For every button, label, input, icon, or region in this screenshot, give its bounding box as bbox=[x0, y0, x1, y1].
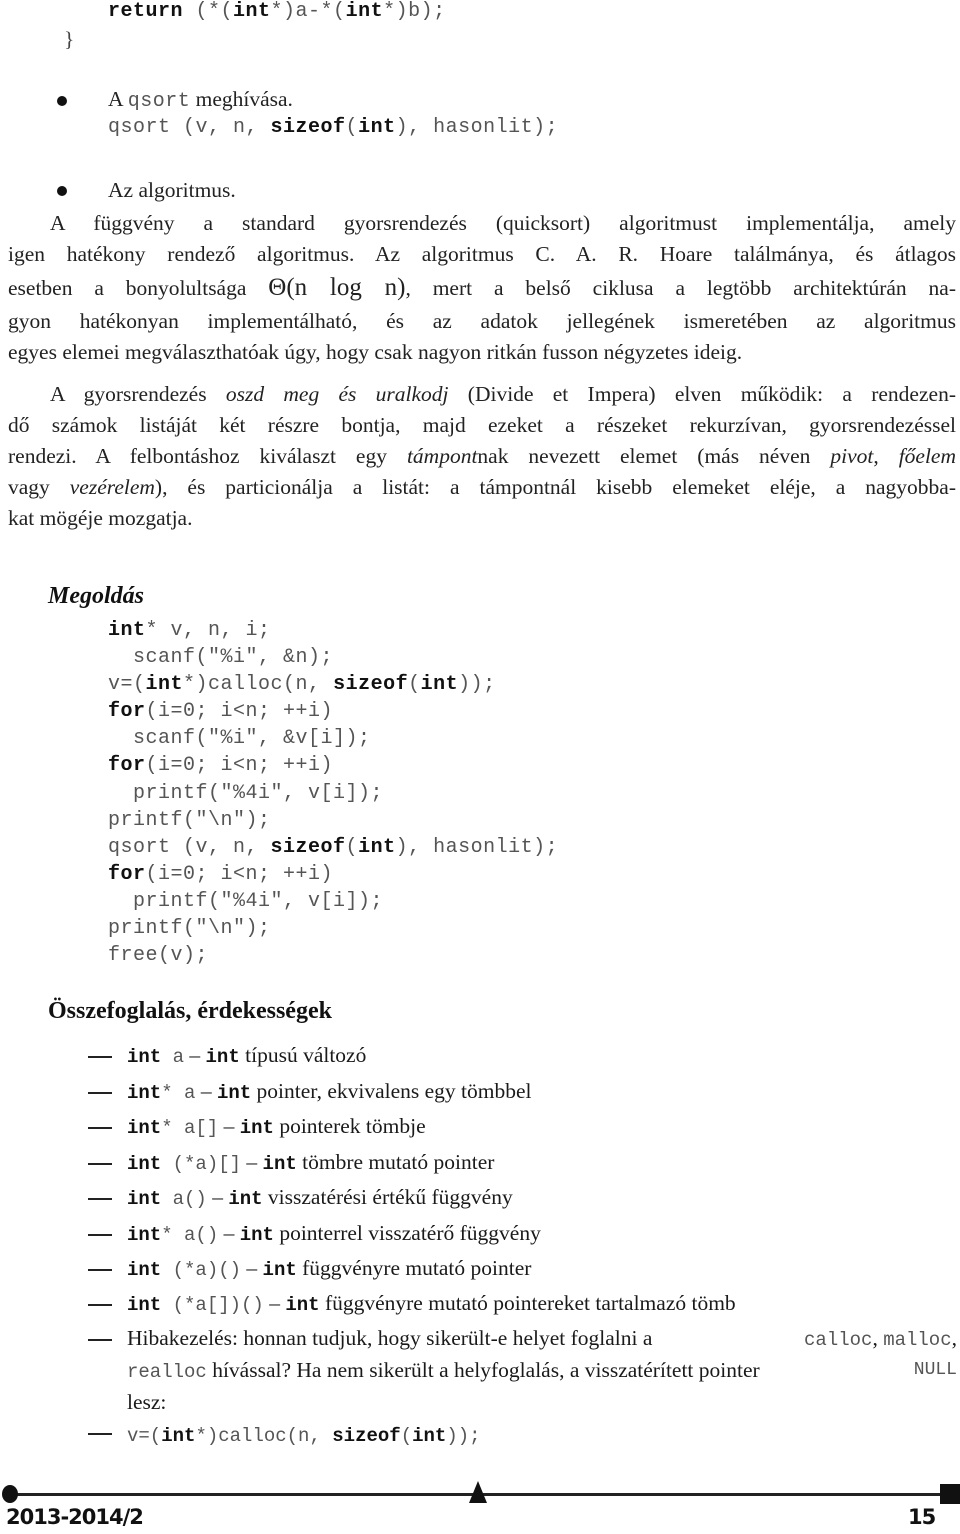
summary-item: int (*a)() – int függvényre mutató point… bbox=[127, 1256, 532, 1281]
error-line-2: realloc hívással? Ha nem sikerült a hely… bbox=[127, 1358, 957, 1383]
summary-item: int (*a)[] – int tömbre mutató pointer bbox=[127, 1150, 495, 1175]
dash-icon bbox=[88, 1198, 112, 1200]
code-line: for(i=0; i<n; ++i) bbox=[108, 700, 334, 724]
code-line: for(i=0; i<n; ++i) bbox=[108, 754, 334, 778]
bullet-qsort-call-title: A qsort meghívása. bbox=[108, 87, 293, 113]
error-line-1: Hibakezelés: honnan tudjuk, hogy sikerül… bbox=[127, 1323, 957, 1355]
para1-line: esetben a bonyolultsága Θ(n log n), mert… bbox=[8, 274, 956, 301]
code-line: printf("%4i", v[i]); bbox=[108, 781, 384, 805]
error-line-3: lesz: bbox=[127, 1390, 167, 1414]
para1-line: egyes elemei megválaszthatóak úgy, hogy … bbox=[8, 340, 743, 364]
summary-item: int* a – int pointer, ekvivalens egy töm… bbox=[127, 1079, 532, 1104]
dash-icon bbox=[88, 1339, 112, 1341]
bullet-icon bbox=[57, 186, 67, 196]
summary-item-calloc-example: v=(int*)calloc(n, sizeof(int)); bbox=[127, 1425, 481, 1447]
code-closing-brace: } bbox=[64, 27, 75, 51]
summary-item: int a – int típusú változó bbox=[127, 1043, 367, 1068]
summary-item: int a() – int visszatérési értékű függvé… bbox=[127, 1185, 513, 1210]
footer-page-number: 15 bbox=[908, 1505, 936, 1529]
code-line: scanf("%i", &n); bbox=[108, 646, 334, 670]
code-line: v=(int*)calloc(n, sizeof(int)); bbox=[108, 673, 496, 697]
code-return-line: return (*(int*)a-*(int*)b); bbox=[108, 0, 446, 23]
dash-icon bbox=[88, 1433, 112, 1435]
para1-line: gyon hatékonyan implementálható, és az a… bbox=[8, 309, 956, 333]
algorithm-description-paragraph: A függvény a standard gyorsrendezés (qui… bbox=[8, 208, 956, 368]
dash-icon bbox=[88, 1304, 112, 1306]
para1-line: igen hatékony rendező algoritmus. Az alg… bbox=[8, 242, 956, 266]
summary-item: int* a() – int pointerrel visszatérő füg… bbox=[127, 1221, 541, 1246]
para2-line: dő számok listáját két részre bontja, ma… bbox=[8, 413, 956, 437]
summary-item-error-handling: Hibakezelés: honnan tudjuk, hogy sikerül… bbox=[127, 1323, 957, 1419]
footer-square-icon bbox=[940, 1484, 960, 1504]
dash-icon bbox=[88, 1056, 112, 1058]
solution-code-block: int* v, n, i; scanf("%i", &n); v=(int*)ca… bbox=[108, 619, 558, 971]
code-line: free(v); bbox=[108, 944, 209, 968]
code-qsort-call: qsort (v, n, sizeof(int), hasonlit); bbox=[108, 116, 559, 139]
dash-icon bbox=[88, 1127, 112, 1129]
para1-line: A függvény a standard gyorsrendezés (qui… bbox=[50, 211, 956, 235]
code-line: qsort (v, n, sizeof(int), hasonlit); bbox=[108, 835, 559, 859]
bullet-icon bbox=[57, 96, 67, 106]
summary-item: int* a[] – int pointerek tömbje bbox=[127, 1114, 426, 1139]
para2-line: A gyorsrendezés oszd meg és uralkodj (Di… bbox=[50, 382, 956, 406]
summary-item: int (*a[])() – int függvényre mutató poi… bbox=[127, 1291, 736, 1316]
dash-icon bbox=[88, 1163, 112, 1165]
bullet-algorithm-label: Az algoritmus. bbox=[108, 178, 236, 202]
code-line: scanf("%i", &v[i]); bbox=[108, 727, 371, 751]
alloc-functions: calloc, malloc, bbox=[804, 1326, 957, 1351]
para2-line: kat mögéje mozgatja. bbox=[8, 506, 193, 530]
code-line: for(i=0; i<n; ++i) bbox=[108, 862, 334, 886]
code-line: int* v, n, i; bbox=[108, 619, 271, 642]
para2-line: vagy vezérelem), és particionálja a list… bbox=[8, 475, 956, 499]
dash-icon bbox=[88, 1269, 112, 1271]
footer-circle-icon bbox=[2, 1485, 18, 1503]
dash-icon bbox=[88, 1092, 112, 1094]
footer-semester: 2013-2014/2 bbox=[6, 1505, 144, 1529]
summary-heading: Összefoglalás, érdekességek bbox=[48, 998, 332, 1024]
para2-line: rendezi. A felbontáshoz kiválaszt egy tá… bbox=[8, 444, 956, 468]
code-line: printf("\n"); bbox=[108, 917, 271, 941]
dash-icon bbox=[88, 1234, 112, 1236]
solution-heading: Megoldás bbox=[48, 583, 144, 609]
footer-triangle-icon bbox=[469, 1481, 487, 1503]
divide-and-conquer-paragraph: A gyorsrendezés oszd meg és uralkodj (Di… bbox=[8, 379, 956, 534]
code-line: printf("\n"); bbox=[108, 808, 271, 832]
complexity-formula: Θ(n log n) bbox=[268, 274, 406, 301]
code-line: printf("%4i", v[i]); bbox=[108, 889, 384, 913]
